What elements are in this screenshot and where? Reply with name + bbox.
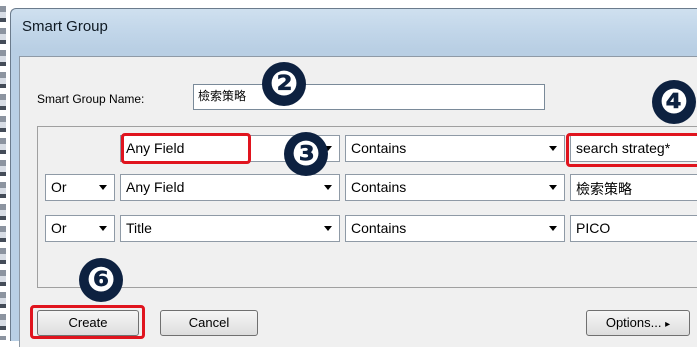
smart-group-name-input[interactable]: 檢索策略 <box>193 84 545 110</box>
value-input-row-3[interactable]: PICO <box>570 215 697 242</box>
highlight-any-field <box>121 133 251 164</box>
step-3-badge: ❸ <box>284 132 328 176</box>
connector-select-row-3-value: Or <box>51 220 67 236</box>
chevron-down-icon <box>99 226 107 231</box>
highlight-search-value <box>566 133 697 167</box>
chevron-down-icon <box>324 226 332 231</box>
highlight-create-button <box>30 305 145 339</box>
step-2-badge: ❷ <box>262 62 306 106</box>
chevron-down-icon <box>99 185 107 190</box>
field-select-row-2-value: Any Field <box>126 179 185 195</box>
operator-select-row-1-value: Contains <box>351 140 407 156</box>
smart-group-name-label: Smart Group Name: <box>37 92 145 106</box>
step-6-badge: ❻ <box>79 258 123 302</box>
options-button[interactable]: Options... ▸ <box>586 310 690 336</box>
value-input-row-2[interactable]: 檢索策略 <box>570 174 697 201</box>
operator-select-row-1[interactable]: Contains <box>345 135 565 162</box>
options-button-label: Options... <box>605 315 662 330</box>
connector-select-row-2-value: Or <box>51 179 67 195</box>
operator-select-row-2[interactable]: Contains <box>345 174 565 201</box>
value-input-row-2-value: 檢索策略 <box>576 181 632 197</box>
field-select-row-2[interactable]: Any Field <box>120 174 340 201</box>
field-select-row-3-value: Title <box>126 220 152 236</box>
triangle-right-icon: ▸ <box>665 319 671 330</box>
step-4-badge: ❹ <box>652 80 696 124</box>
connector-select-row-2[interactable]: Or <box>45 174 115 201</box>
operator-select-row-3-value: Contains <box>351 220 407 236</box>
background-window-edge <box>0 0 6 340</box>
chevron-down-icon <box>324 185 332 190</box>
connector-select-row-3[interactable]: Or <box>45 215 115 242</box>
dialog-title: Smart Group <box>22 18 108 35</box>
field-select-row-3[interactable]: Title <box>120 215 340 242</box>
value-input-row-3-value: PICO <box>576 220 611 236</box>
chevron-down-icon <box>549 146 557 151</box>
chevron-down-icon <box>549 226 557 231</box>
chevron-down-icon <box>549 185 557 190</box>
operator-select-row-2-value: Contains <box>351 179 407 195</box>
cancel-button[interactable]: Cancel <box>160 310 258 336</box>
operator-select-row-3[interactable]: Contains <box>345 215 565 242</box>
